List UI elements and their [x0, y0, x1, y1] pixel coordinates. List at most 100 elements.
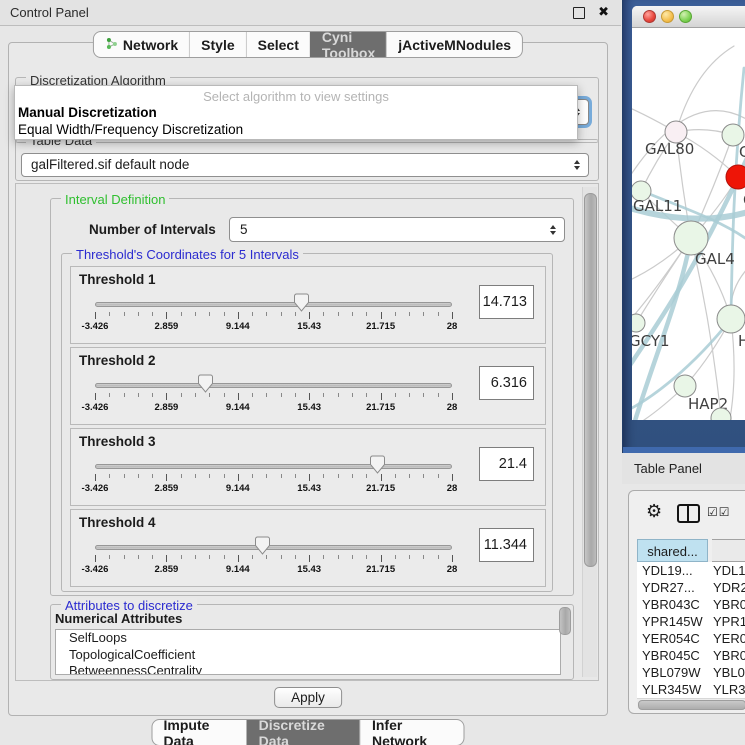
attributes-group: Attributes to discretize Numerical Attri… — [50, 604, 574, 680]
close-icon[interactable]: ✖ — [598, 0, 609, 25]
algorithm-option[interactable]: Equal Width/Frequency Discretization — [15, 121, 577, 138]
slider-thumb-icon[interactable] — [370, 455, 385, 474]
cell-name: YDL1 — [708, 562, 745, 579]
network-node[interactable] — [632, 314, 645, 332]
table-header-row: shared... na — [637, 539, 745, 562]
minor-tick — [138, 312, 139, 316]
major-tick — [309, 393, 310, 400]
threshold-slider-track[interactable] — [95, 545, 452, 550]
algorithm-option[interactable]: Manual Discretization — [15, 104, 577, 121]
minor-tick — [124, 312, 125, 316]
major-tick — [381, 312, 382, 319]
threshold-value-field[interactable]: 21.4 — [479, 447, 534, 481]
cell-name: YBR0 — [708, 596, 745, 613]
major-tick — [452, 474, 453, 481]
tick-label: 9.144 — [226, 564, 250, 575]
algorithm-options: Manual DiscretizationEqual Width/Frequen… — [15, 104, 577, 138]
float-icon[interactable] — [573, 7, 585, 19]
column-header-name[interactable]: na — [712, 539, 745, 562]
close-traffic-light-icon[interactable] — [643, 10, 656, 23]
tab-network[interactable]: Network — [94, 32, 189, 57]
table-row[interactable]: YER054CYER0 — [637, 630, 745, 647]
tab-label: Impute Data — [164, 719, 236, 745]
zoom-traffic-light-icon[interactable] — [679, 10, 692, 23]
minor-tick — [281, 312, 282, 316]
table-scrollbar-thumb[interactable] — [638, 700, 745, 710]
slider-thumb-icon[interactable] — [255, 536, 270, 555]
checked-checkbox-icons[interactable]: ☑☑ — [707, 505, 731, 519]
threshold-value-field[interactable]: 11.344 — [479, 528, 534, 562]
minor-tick — [224, 474, 225, 478]
interval-definition-group: Interval Definition Number of Intervals … — [50, 198, 574, 596]
major-tick — [238, 474, 239, 481]
minor-tick — [224, 312, 225, 316]
node-label: GA — [739, 143, 745, 161]
tick-label: 28 — [447, 402, 458, 413]
table-row[interactable]: YLR345WYLR3 — [637, 681, 745, 698]
threshold-value-field[interactable]: 6.316 — [479, 366, 534, 400]
slider-thumb-icon[interactable] — [198, 374, 213, 393]
table-row[interactable]: YPR145WYPR1 — [637, 613, 745, 630]
gear-icon[interactable]: ⚙ — [646, 501, 662, 522]
minor-tick — [109, 555, 110, 559]
cell-shared-name: YBL079W — [637, 664, 708, 681]
numerical-attributes-list[interactable]: SelfLoopsTopologicalCoefficientBetweenne… — [55, 629, 561, 675]
attribute-list-item[interactable]: BetweennessCentrality — [56, 663, 560, 675]
tab-select[interactable]: Select — [246, 32, 310, 57]
network-node[interactable] — [717, 305, 745, 333]
tab-cyni-toolbox[interactable]: Cyni Toolbox — [310, 32, 386, 57]
tab-discretize-data[interactable]: Discretize Data — [247, 720, 360, 745]
columns-icon[interactable] — [677, 504, 700, 523]
network-canvas[interactable]: GAL80GACGAL11GAL4GCY1HHAP2 — [632, 28, 745, 420]
table-row[interactable]: YDL19...YDL1 — [637, 562, 745, 579]
attribute-list-item[interactable]: TopologicalCoefficient — [56, 647, 560, 664]
attribute-list-item[interactable]: SelfLoops — [56, 630, 560, 647]
minor-tick — [295, 474, 296, 478]
node-label: GAL4 — [695, 250, 735, 268]
network-node[interactable] — [674, 375, 696, 397]
table-data-combobox[interactable]: galFiltered.sif default node — [21, 153, 589, 177]
minor-tick — [266, 312, 267, 316]
cell-name: YPR1 — [708, 613, 745, 630]
minor-tick — [195, 312, 196, 316]
table-row[interactable]: YBR043CYBR0 — [637, 596, 745, 613]
minor-tick — [195, 474, 196, 478]
threshold-value-field[interactable]: 14.713 — [479, 285, 534, 319]
minor-tick — [252, 555, 253, 559]
spinner-stepper-icon[interactable] — [550, 225, 556, 235]
minor-tick — [152, 393, 153, 397]
network-node[interactable] — [726, 165, 745, 189]
threshold-slider-track[interactable] — [95, 302, 452, 307]
number-of-intervals-spinner[interactable]: 5 — [229, 217, 565, 242]
apply-button[interactable]: Apply — [274, 687, 342, 708]
tab-impute-data[interactable]: Impute Data — [153, 720, 247, 745]
node-label: GCY1 — [632, 332, 670, 350]
tab-jactivemnodules[interactable]: jActiveMNodules — [386, 32, 522, 57]
minor-tick — [252, 393, 253, 397]
slider-thumb-icon[interactable] — [294, 293, 309, 312]
combo-stepper-icon[interactable] — [574, 160, 580, 170]
tab-infer-network[interactable]: Infer Network — [360, 720, 464, 745]
threshold-slider-track[interactable] — [95, 464, 452, 469]
major-tick — [166, 555, 167, 562]
minor-tick — [338, 474, 339, 478]
minor-tick — [409, 393, 410, 397]
panel-scrollbar-thumb[interactable] — [584, 193, 597, 567]
table-row[interactable]: YDR27...YDR2 — [637, 579, 745, 596]
minor-tick — [366, 474, 367, 478]
table-row[interactable]: YBL079WYBL0 — [637, 664, 745, 681]
attributes-scrollbar[interactable] — [559, 607, 571, 635]
panel-scrollbar[interactable] — [582, 187, 597, 677]
table-row[interactable]: YBR045CYBR0 — [637, 647, 745, 664]
minimize-traffic-light-icon[interactable] — [661, 10, 674, 23]
minor-tick — [152, 312, 153, 316]
table-horizontal-scrollbar[interactable] — [637, 698, 745, 709]
threshold-box: Threshold 2-3.4262.8599.14415.4321.71528… — [70, 347, 546, 425]
column-header-shared[interactable]: shared... — [637, 539, 708, 562]
major-tick — [238, 393, 239, 400]
minor-tick — [352, 312, 353, 316]
tick-label: 21.715 — [366, 321, 395, 332]
tab-style[interactable]: Style — [189, 32, 245, 57]
table-panel-toolbar: ⚙ ☑☑ — [629, 499, 745, 529]
threshold-slider-track[interactable] — [95, 383, 452, 388]
